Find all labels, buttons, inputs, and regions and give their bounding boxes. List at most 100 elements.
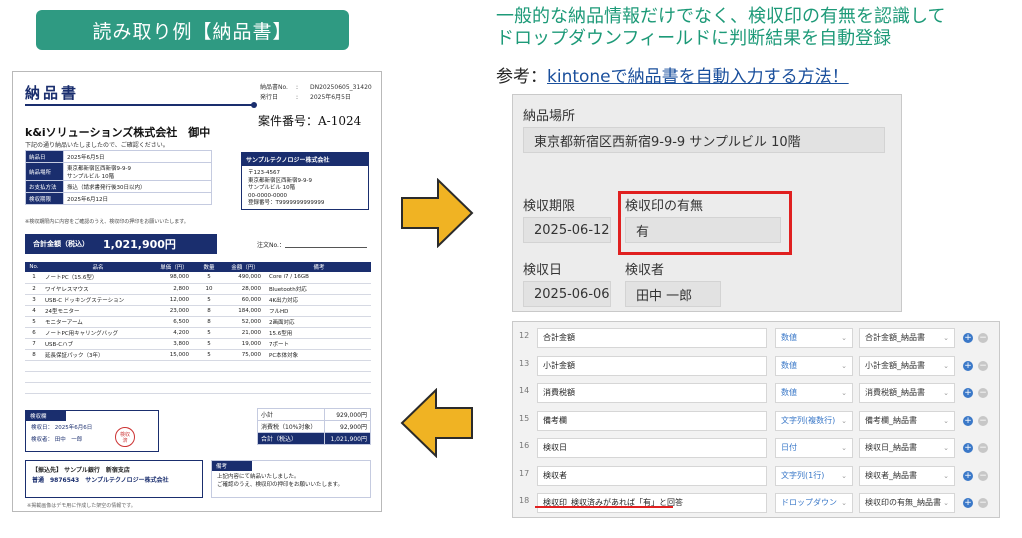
chevron-down-icon: ⌄ <box>841 361 847 370</box>
demo-footnote: ※掲載画像はデモ用に作成した架空の情報です。 <box>27 503 136 509</box>
table-row: 検収期限 2025年6月12日 <box>25 192 212 205</box>
table-row: 納品場所 東京都新宿区西新宿9-9-9 サンプルビル 10階 <box>25 162 212 181</box>
table-row-empty <box>25 371 371 383</box>
deadline-field[interactable]: 2025-06-12 <box>523 217 611 243</box>
table-row-empty <box>25 360 371 372</box>
table-row: 納品日 2025年6月5日 <box>25 150 212 163</box>
description-line-2: ドロップダウンフィールドに判断結果を自動登録 <box>496 28 892 49</box>
table-row-empty <box>25 382 371 394</box>
target-field-select[interactable]: 検収印の有無_納品書 ⌄ <box>859 493 955 513</box>
title-banner: 読み取り例【納品書】 <box>36 10 349 50</box>
total-label: 合計金額（税込） <box>33 240 89 248</box>
remove-row-icon[interactable]: − <box>978 415 988 426</box>
inspector-field[interactable]: 田中 一郎 <box>625 281 721 307</box>
table-row: 小計 929,000円 <box>257 408 372 421</box>
source-item-input[interactable]: 合計金額 <box>537 328 767 348</box>
recipient-company: k&iソリューションズ株式会社 御中 <box>25 126 211 139</box>
field-type-select[interactable]: 数値 ⌄ <box>775 355 853 376</box>
inspection-date: 検収日： 2025年6月6日 <box>31 425 93 431</box>
table-row: 13 小計金額 数値 ⌄ 小計金額_納品書 ⌄ + − <box>513 353 999 379</box>
remove-row-icon[interactable]: − <box>978 498 988 508</box>
order-number-line <box>285 247 367 248</box>
source-item-input[interactable]: 消費税額 <box>537 383 767 403</box>
target-field-select[interactable]: 小計金額_納品書 ⌄ <box>859 355 955 376</box>
title-underline <box>25 104 253 106</box>
add-row-icon[interactable]: + <box>963 443 973 453</box>
target-field-select[interactable]: 検収日_納品書 ⌄ <box>859 438 955 458</box>
inspection-header: 検収欄 <box>26 411 66 421</box>
total-value: 1,021,900円 <box>103 238 176 251</box>
table-row: 15 備考欄 文字列(複数行) ⌄ 備考欄_納品書 ⌄ + − <box>513 408 999 434</box>
field-type-select[interactable]: 数値 ⌄ <box>775 383 853 403</box>
vendor-box: サンプルテクノロジー株式会社 〒123-4567 東京都新宿区西新宿9-9-9 … <box>241 152 369 210</box>
add-row-icon[interactable]: + <box>963 388 973 398</box>
remove-row-icon[interactable]: − <box>978 388 988 398</box>
field-mapping-table: 12 合計金額 数値 ⌄ 合計金額_納品書 ⌄ + −13 小計金額 数値 ⌄ 小計金額_納品書 ⌄ + −… <box>512 321 1000 518</box>
case-number: 案件番号：A-1024 <box>258 114 362 128</box>
row-number: 12 <box>519 331 530 340</box>
chevron-down-icon: ⌄ <box>943 416 949 425</box>
target-field-select[interactable]: 合計金額_納品書 ⌄ <box>859 328 955 348</box>
add-row-icon[interactable]: + <box>963 470 973 481</box>
inspection-inspector: 検収者： 田中 一郎 <box>31 437 83 443</box>
chevron-down-icon: ⌄ <box>841 334 847 342</box>
table-row: 2 ワイヤレスマウス 2,800 10 28,000 Bluetooth対応 <box>25 283 371 295</box>
vendor-name: サンプルテクノロジー株式会社 <box>242 153 368 166</box>
source-item-input[interactable]: 備考欄 <box>537 410 767 431</box>
description: 一般的な納品情報だけでなく、検収印の有無を認識して ドロップダウンフィールドに判… <box>496 6 1016 50</box>
field-type-select[interactable]: 文字列(複数行) ⌄ <box>775 410 853 431</box>
chevron-down-icon: ⌄ <box>943 361 949 370</box>
field-type-select[interactable]: ドロップダウン ⌄ <box>775 493 853 513</box>
table-row: 消費税（10%対象） 92,900円 <box>257 420 372 433</box>
chevron-down-icon: ⌄ <box>943 499 949 507</box>
add-row-icon[interactable]: + <box>963 333 973 343</box>
row-number: 14 <box>519 386 530 395</box>
source-item-input[interactable]: 検収印_検収済みがあれば「有」と回答 <box>537 493 767 513</box>
chevron-down-icon: ⌄ <box>943 389 949 397</box>
invoice-title: 納品書 <box>25 84 80 102</box>
remarks-box: 備考 上記内容にて納品いたしました。 ご確認のうえ、検収印の押印をお願いいたしま… <box>211 460 371 498</box>
target-field-select[interactable]: 消費税額_納品書 ⌄ <box>859 383 955 403</box>
row-number: 15 <box>519 413 530 423</box>
chevron-down-icon: ⌄ <box>841 416 847 425</box>
table-row: 7 USB-Cハブ 3,800 5 19,000 7ポート <box>25 338 371 350</box>
title-underline-dot <box>251 102 257 108</box>
inspection-date-field[interactable]: 2025-06-06 <box>523 281 611 307</box>
table-row: 1 ノートPC（15.6型） 98,000 5 490,000 Core i7 / 16G… <box>25 272 371 284</box>
target-field-select[interactable]: 備考欄_納品書 ⌄ <box>859 410 955 431</box>
arrow-right-icon <box>401 178 474 248</box>
remove-row-icon[interactable]: − <box>978 443 988 453</box>
reference: 参考：kintoneで納品書を自動入力する方法！ <box>496 62 849 87</box>
delivery-place-field[interactable]: 東京都新宿区西新宿9-9-9 サンプルビル 10階 <box>523 127 885 153</box>
remove-row-icon[interactable]: − <box>978 470 988 481</box>
row-number: 18 <box>519 496 530 505</box>
source-item-input[interactable]: 小計金額 <box>537 355 767 376</box>
order-number-label: 注文No.： <box>257 242 285 249</box>
inspection-stamp: 検収 済 <box>115 427 135 447</box>
arrow-left-icon <box>400 388 473 458</box>
table-row: 3 USB-C ドッキングステーション 12,000 5 60,000 4K出力対応 <box>25 294 371 306</box>
table-row: 合計（税込） 1,021,900円 <box>257 432 372 445</box>
items-table: No. 品名 単価（円） 数量 金額（円） 備考 1 ノートPC（15.6型） 98… <box>25 262 371 394</box>
reference-link[interactable]: kintoneで納品書を自動入力する方法！ <box>547 67 849 87</box>
add-row-icon[interactable]: + <box>963 360 973 371</box>
table-row: 18 検収印_検収済みがあれば「有」と回答 ドロップダウン ⌄ 検収印の有無_納品書 ⌄ +… <box>513 490 999 516</box>
remove-row-icon[interactable]: − <box>978 360 988 371</box>
invoice-document: 納品書 納品書No.: DN20250605_31420 発行日:2025年6月5… <box>12 71 382 512</box>
recipient-note: 下記の通り納品いたしましたので、ご確認ください。 <box>25 142 169 149</box>
highlight-box <box>618 191 792 255</box>
table-row: 14 消費税額 数値 ⌄ 消費税額_納品書 ⌄ + − <box>513 380 999 406</box>
source-item-input[interactable]: 検収者 <box>537 465 767 486</box>
table-row: 17 検収者 文字列(1行) ⌄ 検収者_納品書 ⌄ + − <box>513 463 999 489</box>
target-field-select[interactable]: 検収者_納品書 ⌄ <box>859 465 955 486</box>
field-type-select[interactable]: 数値 ⌄ <box>775 328 853 348</box>
table-header-row: No. 品名 単価（円） 数量 金額（円） 備考 <box>25 262 371 272</box>
field-type-select[interactable]: 日付 ⌄ <box>775 438 853 458</box>
source-item-input[interactable]: 検収日 <box>537 438 767 458</box>
delivery-info-table: 納品日 2025年6月5日 納品場所 東京都新宿区西新宿9-9-9 サンプルビル 10… <box>25 150 212 205</box>
remove-row-icon[interactable]: − <box>978 333 988 343</box>
add-row-icon[interactable]: + <box>963 415 973 426</box>
table-row: お支払方法 振込（請求書発行後30日以内） <box>25 180 212 193</box>
add-row-icon[interactable]: + <box>963 498 973 508</box>
field-type-select[interactable]: 文字列(1行) ⌄ <box>775 465 853 486</box>
